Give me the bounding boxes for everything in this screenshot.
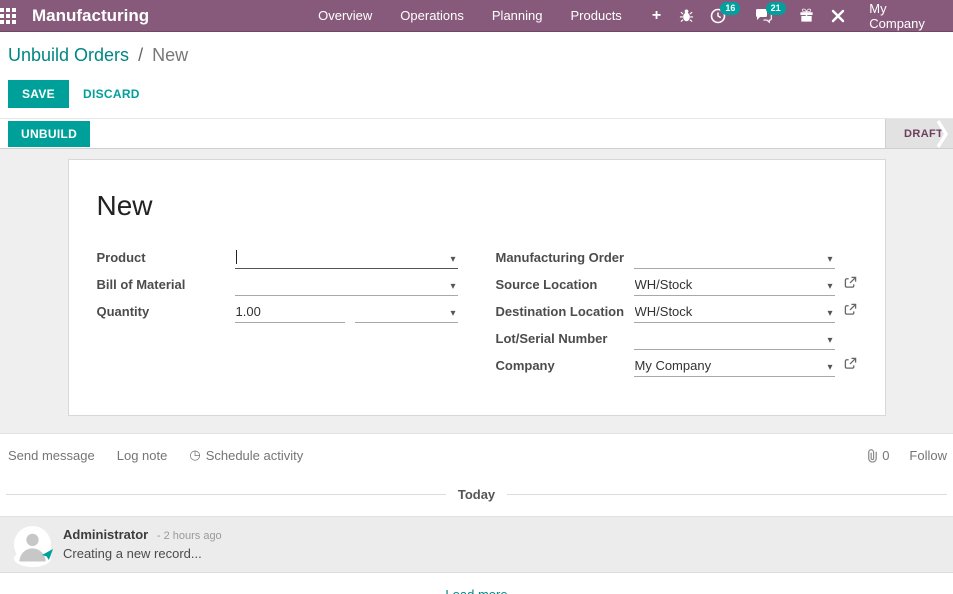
bom-field[interactable]	[234, 275, 458, 296]
mo-input[interactable]: ▾	[633, 248, 835, 269]
company-input[interactable]: ▾	[633, 356, 835, 377]
company-field[interactable]	[633, 356, 835, 377]
menu-overview[interactable]: Overview	[308, 0, 382, 32]
menu-planning[interactable]: Planning	[482, 0, 553, 32]
bom-label: Bill of Material	[96, 277, 186, 292]
company-switcher[interactable]: My Company	[855, 1, 953, 31]
breadcrumb-separator: /	[138, 45, 144, 65]
follow-button[interactable]: Follow	[909, 448, 947, 463]
bom-dropdown-icon[interactable]: ▾	[450, 282, 455, 292]
message-avatar	[14, 526, 53, 567]
mo-field[interactable]	[633, 248, 835, 269]
record-title: New	[96, 190, 153, 221]
form-right-column: Manufacturing Order ▾ Source Location WH…	[496, 248, 857, 383]
company-label: Company	[495, 358, 555, 373]
company-dropdown-icon[interactable]: ▾	[827, 363, 832, 373]
lot-dropdown-icon[interactable]: ▾	[827, 336, 832, 346]
dest-location-input[interactable]: ▾	[633, 302, 835, 323]
send-message-button[interactable]: Send message	[8, 448, 95, 463]
today-divider: Today	[6, 487, 948, 502]
activities-badge: 16	[720, 1, 741, 15]
quantity-label: Quantity	[96, 304, 150, 319]
activities-clock-icon[interactable]: 16	[704, 0, 741, 32]
app-title[interactable]: Manufacturing	[32, 6, 149, 26]
lot-field[interactable]	[633, 329, 835, 350]
source-location-dropdown-icon[interactable]: ▾	[827, 282, 832, 292]
attachments-button[interactable]: 0	[865, 448, 889, 463]
discard-button[interactable]: DISCARD	[83, 87, 140, 101]
messages-badge: 21	[765, 1, 786, 15]
main-menu: Overview Operations Planning Products +	[308, 0, 673, 32]
top-navbar: Manufacturing Overview Operations Planni…	[0, 0, 953, 32]
form-header: UNBUILD DRAFT	[0, 118, 953, 149]
source-location-external-link-icon[interactable]	[835, 276, 857, 296]
chatter-toolbar: Send message Log note ◷ Schedule activit…	[0, 434, 953, 475]
bom-input[interactable]: ▾	[234, 275, 458, 296]
lot-input[interactable]: ▾	[633, 329, 835, 350]
support-tools-icon[interactable]	[824, 0, 851, 32]
product-field[interactable]	[234, 248, 458, 269]
source-location-input[interactable]: ▾	[633, 275, 835, 296]
navbar-systray: 16 21 My Company	[673, 0, 953, 32]
mo-label: Manufacturing Order	[495, 250, 625, 265]
message-body: Creating a new record...	[63, 546, 202, 561]
note-indicator-icon	[42, 547, 53, 565]
lot-label: Lot/Serial Number	[495, 331, 608, 346]
menu-operations[interactable]: Operations	[390, 0, 474, 32]
chatter-message: Administrator - 2 hours ago Creating a n…	[0, 516, 953, 573]
source-location-field[interactable]	[633, 275, 835, 296]
statusbar: DRAFT	[885, 119, 953, 148]
plus-menu-icon[interactable]: +	[640, 7, 673, 25]
mo-dropdown-icon[interactable]: ▾	[827, 255, 832, 265]
apps-grid-icon	[0, 7, 16, 24]
source-location-label: Source Location	[495, 277, 598, 292]
message-author: Administrator	[63, 527, 149, 542]
attachments-count: 0	[882, 447, 890, 463]
product-dropdown-icon[interactable]: ▾	[450, 255, 455, 265]
paperclip-icon	[868, 448, 878, 463]
message-timestamp: - 2 hours ago	[156, 530, 222, 542]
product-input[interactable]: ▾	[234, 248, 458, 269]
load-more-link[interactable]: Load more	[445, 587, 507, 594]
quantity-input[interactable]	[234, 302, 345, 323]
form-view-background: New Product ▾ Bill of Material ▾ Quantit…	[0, 149, 953, 434]
text-cursor	[235, 250, 237, 264]
statusbar-chevron-icon	[936, 120, 949, 153]
dest-location-field[interactable]	[633, 302, 835, 323]
form-sheet: New Product ▾ Bill of Material ▾ Quantit…	[67, 159, 886, 416]
messages-chat-icon[interactable]: 21	[750, 0, 786, 32]
gift-icon[interactable]	[793, 0, 820, 32]
breadcrumb-parent-link[interactable]: Unbuild Orders	[8, 45, 129, 65]
unbuild-button[interactable]: UNBUILD	[8, 120, 91, 147]
schedule-activity-button[interactable]: ◷ Schedule activity	[189, 447, 303, 463]
breadcrumb-current: New	[152, 45, 189, 65]
apps-menu-button[interactable]	[0, 0, 16, 32]
load-more-row: Load more	[0, 587, 953, 594]
uom-dropdown-icon[interactable]: ▾	[450, 309, 455, 319]
product-label: Product	[96, 250, 146, 265]
log-note-button[interactable]: Log note	[117, 448, 168, 463]
quantity-field[interactable]	[234, 302, 345, 323]
menu-products[interactable]: Products	[561, 0, 632, 32]
debug-bug-icon[interactable]	[673, 0, 700, 32]
dest-location-label: Destination Location	[495, 304, 625, 319]
form-left-column: Product ▾ Bill of Material ▾ Quantity 1.…	[97, 248, 458, 383]
uom-field[interactable]	[354, 302, 458, 323]
save-button[interactable]: SAVE	[8, 80, 69, 108]
today-label: Today	[457, 487, 496, 502]
company-external-link-icon[interactable]	[835, 357, 857, 377]
dest-location-dropdown-icon[interactable]: ▾	[827, 309, 832, 319]
dest-location-external-link-icon[interactable]	[835, 303, 857, 323]
schedule-clock-icon: ◷	[189, 447, 201, 462]
schedule-activity-label: Schedule activity	[205, 447, 304, 463]
control-panel-buttons: SAVE DISCARD	[0, 72, 953, 118]
uom-input[interactable]: ▾	[354, 302, 458, 323]
breadcrumb: Unbuild Orders / New	[0, 32, 953, 72]
